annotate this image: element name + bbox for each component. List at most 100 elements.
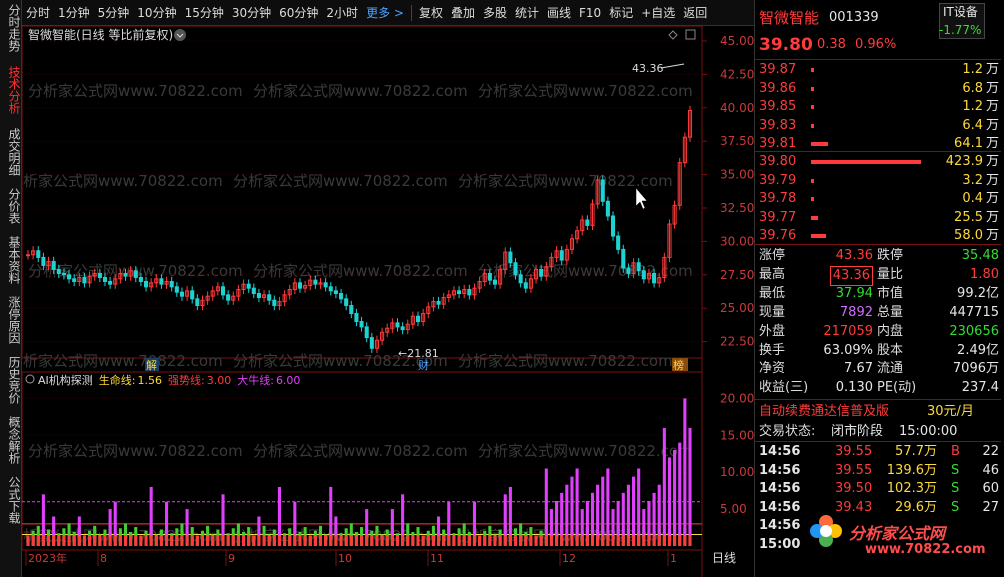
- indicator-bar-red: [529, 535, 533, 546]
- finance-marker[interactable]: 财: [418, 358, 429, 372]
- indicator-bar-red: [318, 535, 323, 546]
- tool-15min[interactable]: 15分钟: [181, 0, 228, 26]
- side-tab-limit-reason[interactable]: 涨停原因: [2, 296, 21, 344]
- side-tab-formula[interactable]: 公式下载: [2, 476, 21, 524]
- side-tab-price-table[interactable]: 分价表: [2, 188, 21, 224]
- indicator-bar-red: [642, 535, 646, 546]
- indicator-bar-red: [421, 535, 425, 546]
- maximize-icon[interactable]: [685, 29, 696, 40]
- indicator-settings-icon[interactable]: [25, 374, 35, 384]
- tool-30min[interactable]: 30分钟: [228, 0, 275, 26]
- tool-back[interactable]: 返回: [679, 0, 711, 26]
- side-tab-trades[interactable]: 成交明细: [2, 128, 21, 176]
- tool-2hour[interactable]: 2小时: [322, 0, 362, 26]
- candle-down: [652, 272, 657, 284]
- ask-row[interactable]: 39.85 1.2 万: [755, 98, 1001, 116]
- ask-row[interactable]: 39.86 6.8 万: [755, 80, 1001, 98]
- bid-row[interactable]: 39.80 423.9 万: [755, 153, 1001, 171]
- candle-down: [641, 270, 646, 280]
- indicator-bar-magenta: [221, 494, 225, 536]
- promo-row[interactable]: 自动续费通达信普及版 30元/月: [755, 403, 1001, 421]
- indicator-bar-red: [354, 535, 358, 546]
- stat-label: PE(动): [877, 380, 917, 396]
- indicator-bar-red: [370, 535, 374, 546]
- tool-more[interactable]: 更多 >: [362, 0, 408, 26]
- indicator-bar-red: [442, 535, 446, 546]
- indicator-bar-red: [57, 535, 61, 546]
- indicator-bar-magenta: [555, 500, 559, 536]
- indicator-bar-magenta: [590, 492, 595, 536]
- tick-time: 14:56: [759, 481, 801, 496]
- side-tab-profile[interactable]: 基本资料: [2, 236, 21, 284]
- tool-mark[interactable]: 标记: [605, 0, 637, 26]
- price-change-pct: 0.96%: [855, 37, 897, 52]
- indicator-bar-red: [226, 535, 230, 546]
- candle-up: [25, 254, 31, 257]
- bid-row[interactable]: 39.78 0.4 万: [755, 190, 1001, 208]
- stat-label: 现量: [759, 304, 786, 320]
- side-tab-auction[interactable]: 历史竞价: [2, 356, 21, 404]
- side-tab-technical[interactable]: 技术分析: [2, 66, 21, 114]
- ask-row[interactable]: 39.87 1.2 万: [755, 61, 1001, 79]
- tool-5min[interactable]: 5分钟: [94, 0, 134, 26]
- promo-text[interactable]: 自动续费通达信普及版: [759, 403, 889, 421]
- indicator-bar-red: [524, 535, 528, 546]
- divider: [755, 399, 1001, 400]
- candle-down: [492, 279, 498, 285]
- tool-adjust[interactable]: 复权: [415, 0, 447, 26]
- bid-row[interactable]: 39.76 58.0 万: [755, 227, 1001, 245]
- ask-price: 39.85: [759, 99, 797, 114]
- stat-label: 最高: [759, 266, 786, 282]
- indicator-bar-red: [467, 535, 471, 546]
- bid-row[interactable]: 39.77 25.5 万: [755, 209, 1001, 227]
- indicator-bar-red: [349, 535, 353, 546]
- price-tick-label: 40.00: [720, 101, 754, 115]
- indicator-bar-red: [667, 535, 672, 546]
- indicator-bar-red: [288, 535, 292, 546]
- indicator-bar-red: [139, 535, 143, 546]
- indicator-bar-red: [483, 535, 487, 546]
- tool-multi[interactable]: 多股: [479, 0, 511, 26]
- tool-draw[interactable]: 画线: [543, 0, 575, 26]
- kline-chart-svg[interactable]: 分析家公式网www.70822.com 分析家公式网www.70822.com 分析…: [8, 25, 754, 577]
- side-tab-timeshare[interactable]: 分时走势: [2, 4, 21, 52]
- ask-volume: 6.4: [962, 117, 983, 133]
- indicator-bar-red: [565, 535, 569, 546]
- indicator-bar-magenta: [642, 509, 646, 536]
- tool-1min[interactable]: 1分钟: [54, 0, 94, 26]
- ask-row[interactable]: 39.83 6.4 万: [755, 117, 1001, 135]
- kline-chart-area[interactable]: 分析家公式网www.70822.com 分析家公式网www.70822.com 分析…: [8, 25, 754, 577]
- tool-10min[interactable]: 10分钟: [133, 0, 180, 26]
- indicator-bar-red: [447, 535, 451, 546]
- indicator-bar-red: [478, 535, 482, 546]
- indicator-bar-red: [262, 535, 266, 546]
- stats-row: 换手 63.09% 股本 2.49亿: [755, 342, 1001, 360]
- bid-unit: 万: [985, 191, 999, 206]
- tick-price: 39.55: [835, 462, 873, 478]
- tool-f10[interactable]: F10: [575, 0, 605, 26]
- tool-stats[interactable]: 统计: [511, 0, 543, 26]
- bid-unit: 万: [985, 172, 999, 188]
- title-dropdown-icon[interactable]: [174, 29, 186, 41]
- side-tab-concept[interactable]: 概念解析: [2, 416, 21, 464]
- stat-value: 7892: [839, 304, 873, 320]
- ask-volume-bar: [811, 142, 828, 146]
- candle-down: [610, 215, 616, 237]
- stat-value: 0.130: [835, 380, 873, 396]
- indicator-bar-red: [231, 535, 235, 546]
- promo-price[interactable]: 30元/月: [927, 403, 974, 421]
- tool-60min[interactable]: 60分钟: [275, 0, 322, 26]
- tool-timeshare[interactable]: 分时: [22, 0, 54, 26]
- bid-row[interactable]: 39.79 3.2 万: [755, 172, 1001, 190]
- period-label[interactable]: 日线: [712, 551, 736, 565]
- indicator-bar-red: [324, 535, 328, 546]
- tool-overlay[interactable]: 叠加: [447, 0, 479, 26]
- chart-title: 智微智能(日线 等比前复权): [28, 27, 173, 42]
- indicator-legend: AI机构探测 生命线: 1.56 强势线: 3.00 大牛线: 6.00: [38, 373, 300, 387]
- diamond-icon[interactable]: [668, 30, 678, 40]
- tool-add-watch[interactable]: +自选: [637, 0, 679, 26]
- bid-volume: 25.5: [954, 209, 983, 225]
- price-tick-label: 22.50: [720, 335, 754, 349]
- candle-down: [328, 286, 333, 292]
- indicator-bar-magenta: [580, 509, 584, 536]
